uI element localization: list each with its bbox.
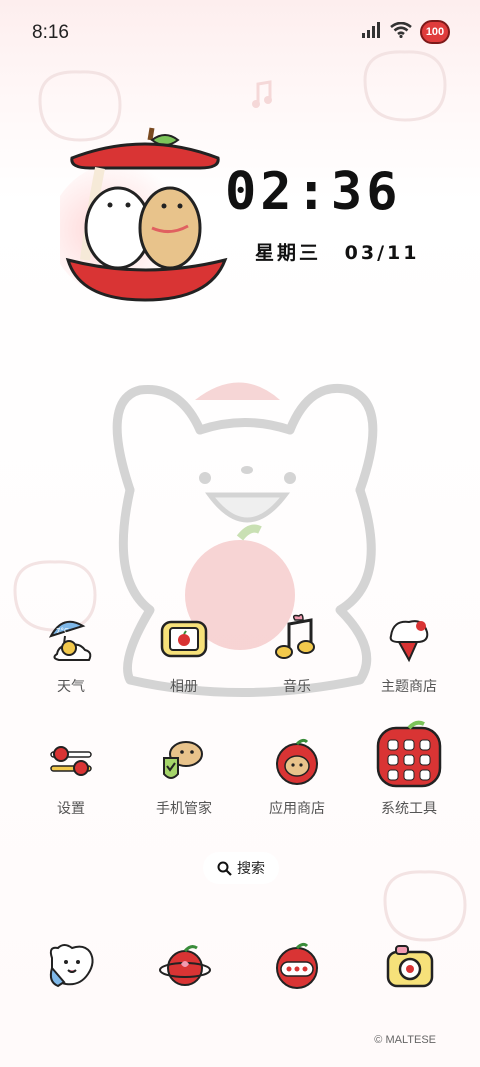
status-time: 8:16 (32, 22, 69, 43)
phone-icon (49, 944, 94, 988)
settings-icon (50, 746, 92, 776)
camera-icon (386, 945, 434, 988)
app-label: 相册 (170, 679, 198, 695)
system-tools-folder-icon (376, 720, 442, 788)
app-app-store[interactable]: 应用商店 (247, 734, 347, 818)
app-label: 音乐 (283, 679, 311, 695)
app-phone-manager[interactable]: 手机管家 (134, 734, 234, 818)
search-icon (217, 861, 232, 876)
music-icon (275, 613, 315, 659)
weather-temp-text: 7°C (56, 627, 69, 635)
app-settings[interactable]: 设置 (21, 734, 121, 818)
copyright-text: © MALTESE (374, 1034, 436, 1046)
signal-icon (362, 22, 382, 42)
dock-phone[interactable] (44, 938, 100, 994)
dock-messages[interactable] (269, 938, 325, 994)
background-doodle-icon (383, 870, 467, 942)
clock-time: 02:36 (225, 162, 402, 222)
clock-widget[interactable]: 02:36 星期三 03/11 (60, 120, 430, 310)
search-button[interactable]: 搜索 (203, 852, 279, 884)
app-label: 天气 (57, 679, 85, 695)
app-music[interactable]: 音乐 (247, 612, 347, 696)
folder-system-tools[interactable]: 系统工具 (359, 720, 459, 818)
dock-camera[interactable] (382, 938, 438, 994)
app-weather[interactable]: 7°C 天气 (21, 612, 121, 696)
search-label: 搜索 (237, 861, 265, 877)
browser-icon (159, 945, 211, 986)
app-label: 主题商店 (381, 679, 437, 695)
app-label: 设置 (57, 801, 85, 817)
phone-manager-icon (163, 741, 203, 779)
app-theme-store[interactable]: 主题商店 (359, 612, 459, 696)
theme-store-icon (389, 620, 429, 663)
app-label: 手机管家 (156, 801, 212, 817)
app-label: 系统工具 (381, 801, 437, 817)
background-music-note-icon (252, 80, 272, 108)
app-label: 应用商店 (269, 801, 325, 817)
app-photos[interactable]: 相册 (134, 612, 234, 696)
clock-weekday: 星期三 (255, 242, 322, 264)
background-doodle-icon (363, 50, 447, 122)
dock-browser[interactable] (157, 938, 213, 994)
wifi-icon (390, 21, 412, 42)
clock-date: 星期三 03/11 (255, 238, 419, 265)
app-store-icon (276, 738, 318, 785)
clock-day: 03/11 (344, 242, 420, 264)
apple-core-dogs-icon (60, 127, 228, 302)
weather-icon: 7°C (48, 620, 92, 661)
messages-icon (276, 942, 318, 989)
photo-icon (160, 620, 208, 658)
